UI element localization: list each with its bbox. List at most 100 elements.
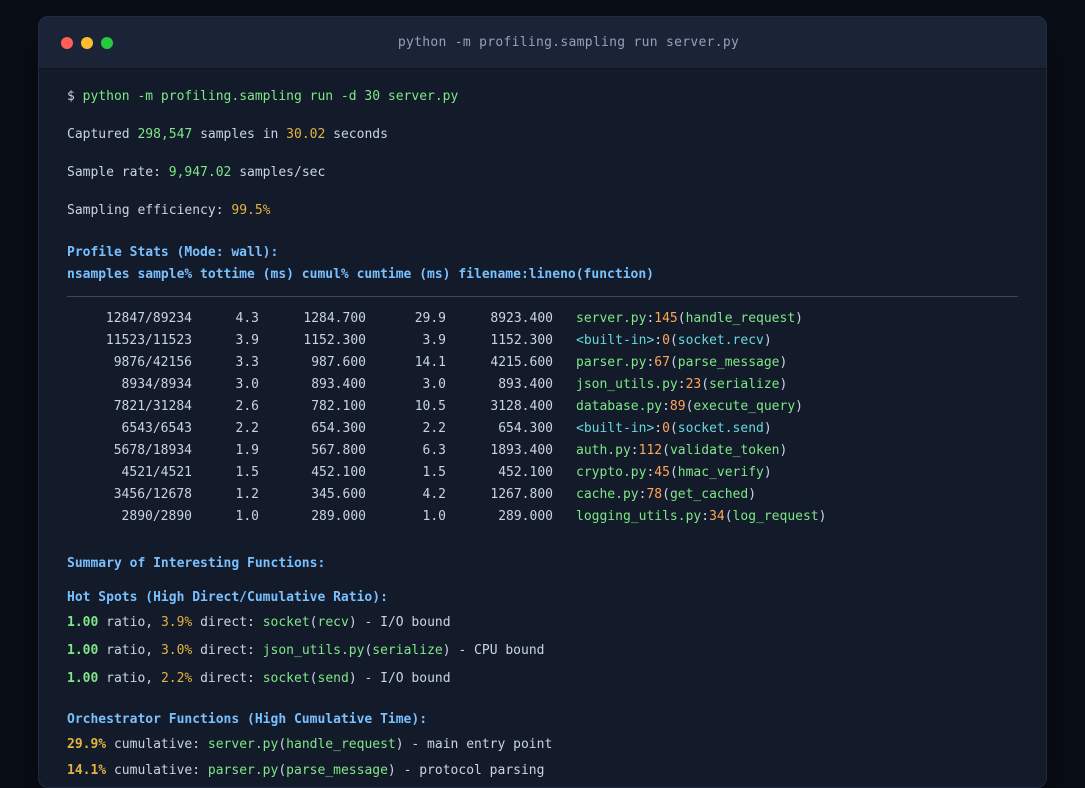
function-name: send <box>317 671 349 686</box>
cell-cumtime: 452.100 <box>498 465 553 480</box>
line-number: 23 <box>685 377 702 392</box>
cell-tottime: 782.100 <box>311 399 366 414</box>
cell-cumul-pct: 3.0 <box>422 377 446 392</box>
cell-cumul-pct: 1.0 <box>422 509 446 524</box>
cell-location: <built-in>:0(socket.send) <box>553 421 772 436</box>
orchestrator-row: 29.9% cumulative: server.py(handle_reque… <box>67 735 1018 755</box>
cell-cumul-pct: 6.3 <box>422 443 446 458</box>
cumulative-label: cumulative: <box>106 763 208 778</box>
cell-nsamples: 8934/8934 <box>121 377 192 392</box>
cell-cumul-pct: 1.5 <box>422 465 446 480</box>
cell-cumtime: 3128.400 <box>490 399 553 414</box>
cell-tottime: 893.400 <box>311 377 366 392</box>
cell-sample-pct: 1.9 <box>235 443 259 458</box>
line-number: 67 <box>654 355 670 370</box>
function-name: parse_message <box>677 355 780 370</box>
filename: server.py <box>576 311 647 326</box>
cell-cumtime: 1152.300 <box>490 333 553 348</box>
hot-spot-row: 1.00 ratio, 3.9% direct: socket(recv) - … <box>67 613 1018 633</box>
cell-nsamples: 6543/6543 <box>121 421 192 436</box>
close-paren: ) <box>779 377 788 392</box>
samples-count: 298,547 <box>137 127 193 142</box>
sample-rate-label: Sample rate: <box>67 165 169 180</box>
table-row: 5678/18934 1.9 567.800 6.3 1893.400 auth.py:1… <box>67 440 1018 462</box>
sample-rate-value: 9,947.02 <box>168 165 232 180</box>
cell-location: json_utils.py:23(serialize) <box>553 377 787 392</box>
filename: auth.py <box>576 443 631 458</box>
title-bar: python -m profiling.sampling run server.… <box>39 17 1046 69</box>
line-number: 0 <box>662 421 670 436</box>
cell-cumtime: 654.300 <box>498 421 553 436</box>
cell-tottime: 1284.700 <box>303 311 366 326</box>
open-paren: ( <box>701 377 710 392</box>
bound-note: - I/O bound <box>356 615 451 630</box>
cell-nsamples: 3456/12678 <box>113 487 192 502</box>
cell-cumtime: 289.000 <box>498 509 553 524</box>
open-paren: ( <box>662 443 670 458</box>
minimize-button-icon[interactable] <box>81 36 93 49</box>
function-name: parse_message <box>286 763 388 778</box>
cell-tottime: 452.100 <box>311 465 366 480</box>
cell-tottime: 567.800 <box>311 443 366 458</box>
captured-post-label: seconds <box>325 127 388 142</box>
cell-tottime: 654.300 <box>311 421 366 436</box>
hot-spots-heading: Hot Spots (High Direct/Cumulative Ratio)… <box>67 590 388 605</box>
close-paren: ) <box>779 443 788 458</box>
hot-spot-row: 1.00 ratio, 3.0% direct: json_utils.py(s… <box>67 641 1018 661</box>
cell-location: crypto.py:45(hmac_verify) <box>553 465 772 480</box>
cell-location: database.py:89(execute_query) <box>553 399 803 414</box>
function-name: hmac_verify <box>677 465 764 480</box>
table-row: 8934/8934 3.0 893.400 3.0 893.400 json_utils.… <box>67 374 1018 396</box>
colon-separator: : <box>654 421 663 436</box>
open-paren: ( <box>669 355 678 370</box>
target-name: socket <box>262 671 310 686</box>
cell-sample-pct: 1.5 <box>235 465 259 480</box>
open-paren: ( <box>669 333 678 348</box>
close-paren: ) <box>442 643 451 658</box>
table-row: 12847/89234 4.3 1284.700 29.9 8923.400 server… <box>67 308 1018 330</box>
close-paren: ) <box>763 333 772 348</box>
close-button-icon[interactable] <box>61 36 73 49</box>
filename: crypto.py <box>576 465 647 480</box>
direct-pct: 3.9% <box>160 615 193 630</box>
stats-columns-header: nsamples sample% tottime (ms) cumul% cum… <box>67 267 654 282</box>
filename: <built-in> <box>576 421 655 436</box>
cell-cumul-pct: 29.9 <box>414 311 446 326</box>
open-paren: ( <box>677 311 686 326</box>
line-number: 45 <box>654 465 670 480</box>
orchestrator-row: 14.1% cumulative: parser.py(parse_messag… <box>67 761 1018 781</box>
open-paren: ( <box>669 465 678 480</box>
cell-nsamples: 4521/4521 <box>121 465 192 480</box>
cell-nsamples: 2890/2890 <box>121 509 192 524</box>
open-paren: ( <box>662 487 670 502</box>
table-row: 7821/31284 2.6 782.100 10.5 3128.400 database… <box>67 396 1018 418</box>
colon-separator: : <box>662 399 670 414</box>
cell-nsamples: 7821/31284 <box>113 399 192 414</box>
function-name: log_request <box>732 509 819 524</box>
sample-rate-line: Sample rate: 9,947.02 samples/sec <box>67 163 1018 183</box>
orchestrators-heading: Orchestrator Functions (High Cumulative … <box>67 712 428 727</box>
function-name: validate_token <box>669 443 780 458</box>
function-name: socket.recv <box>677 333 764 348</box>
cell-cumtime: 893.400 <box>498 377 553 392</box>
bound-note: - CPU bound <box>450 643 545 658</box>
table-row: 11523/11523 3.9 1152.300 3.9 1152.300 <built-… <box>67 330 1018 352</box>
table-row: 9876/42156 3.3 987.600 14.1 4215.600 parser.p… <box>67 352 1018 374</box>
cell-nsamples: 11523/11523 <box>105 333 192 348</box>
function-name: get_cached <box>669 487 749 502</box>
bound-note: - I/O bound <box>356 671 451 686</box>
hot-spots-list: 1.00 ratio, 3.9% direct: socket(recv) - … <box>67 613 1018 689</box>
cell-sample-pct: 4.3 <box>235 311 259 326</box>
efficiency-line: Sampling efficiency: 99.5% <box>67 201 1018 221</box>
cell-location: auth.py:112(validate_token) <box>553 443 787 458</box>
cell-sample-pct: 3.0 <box>235 377 259 392</box>
close-paren: ) <box>748 487 757 502</box>
open-paren: ( <box>669 421 678 436</box>
colon-separator: : <box>677 377 686 392</box>
zoom-button-icon[interactable] <box>101 36 113 49</box>
cell-cumtime: 4215.600 <box>490 355 553 370</box>
table-row: 4521/4521 1.5 452.100 1.5 452.100 crypto.py:4… <box>67 462 1018 484</box>
ratio-label: ratio, <box>98 671 161 686</box>
filename: parser.py <box>207 763 279 778</box>
colon-separator: : <box>701 509 710 524</box>
